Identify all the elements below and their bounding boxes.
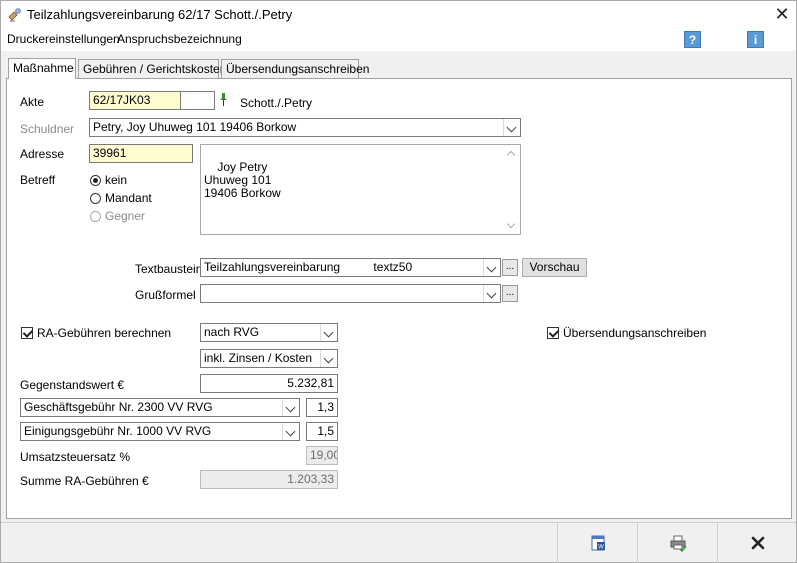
vorschau-button[interactable]: Vorschau [522, 258, 587, 277]
akte-input[interactable]: 62/17JK03 [89, 91, 181, 110]
umsatzsteuer-input[interactable]: 19,00 [306, 446, 338, 465]
rvg-value: nach RVG [204, 325, 260, 339]
address-textarea[interactable]: Joy Petry Uhuweg 101 19406 Borkow [200, 144, 521, 235]
textbaustein-value: Teilzahlungsvereinbarung textz50 [204, 260, 413, 274]
betreff-radio-kein[interactable] [90, 175, 101, 186]
pin-icon[interactable] [216, 91, 231, 110]
grussformel-browse-button[interactable]: ... [502, 285, 518, 302]
chevron-down-icon[interactable] [282, 399, 299, 416]
akte-label: Akte [20, 95, 45, 109]
printer-icon [670, 535, 687, 552]
zinsen-select[interactable]: inkl. Zinsen / Kosten [200, 349, 338, 368]
akte-suffix-input[interactable] [180, 91, 215, 110]
einigungsgebuehr-select[interactable]: Einigungsgebühr Nr. 1000 VV RVG [20, 422, 300, 441]
rvg-select[interactable]: nach RVG [200, 323, 338, 342]
textbaustein-browse-button[interactable]: ... [502, 259, 518, 276]
uebersendung-label: Übersendungsanschreiben [563, 326, 707, 340]
chevron-down-icon[interactable] [320, 324, 337, 341]
help-icon[interactable]: ? [684, 31, 701, 48]
schuldner-value: Petry, Joy Uhuweg 101 19406 Borkow [93, 120, 297, 134]
tab-gebuehren[interactable]: Gebühren / Gerichtskosten [78, 59, 226, 78]
zinsen-value: inkl. Zinsen / Kosten [204, 351, 313, 365]
app-icon [8, 8, 21, 22]
info-icon[interactable]: i [747, 31, 764, 48]
schuldner-label: Schuldner [20, 122, 75, 136]
scroll-down-icon[interactable] [506, 219, 516, 229]
print-button[interactable] [637, 523, 717, 563]
adresse-label: Adresse [20, 147, 65, 161]
uebersendung-checkbox[interactable] [547, 327, 559, 339]
betreff-radio-gegner[interactable] [90, 211, 101, 222]
akte-party: Schott./.Petry [240, 96, 313, 110]
adresse-input[interactable]: 39961 [89, 144, 193, 163]
geschaeftsgebuehr-factor-input[interactable]: 1,3 [306, 398, 338, 417]
tab-massnahme[interactable]: Maßnahme [8, 58, 76, 79]
betreff-label: Betreff [20, 173, 56, 187]
address-text: Joy Petry Uhuweg 101 19406 Borkow [204, 160, 281, 200]
einigungsgebuehr-factor-input[interactable]: 1,5 [306, 422, 338, 441]
textbaustein-label: Textbaustein [135, 262, 203, 276]
schuldner-select[interactable]: Petry, Joy Uhuweg 101 19406 Borkow [89, 118, 521, 137]
menu-bar: Druckereinstellungen Anspruchsbezeichnun… [1, 29, 796, 51]
chevron-down-icon[interactable] [320, 350, 337, 367]
betreff-kein-label: kein [105, 173, 128, 187]
betreff-gegner-label: Gegner [105, 209, 146, 223]
geschaeftsgebuehr-select[interactable]: Geschäftsgebühr Nr. 2300 VV RVG [20, 398, 300, 417]
grussformel-label: Grußformel [135, 288, 196, 302]
scroll-up-icon[interactable] [506, 150, 516, 160]
title-bar: Teilzahlungsvereinbarung 62/17 Schott./.… [1, 1, 796, 29]
word-document-icon: W [591, 535, 605, 551]
summe-label: Summe RA-Gebühren € [20, 474, 149, 488]
menu-druckereinstellungen[interactable]: Druckereinstellungen [7, 32, 120, 46]
gegenstandswert-input[interactable]: 5.232,81 [200, 374, 338, 393]
chevron-down-icon[interactable] [483, 285, 500, 302]
einigungsgebuehr-value: Einigungsgebühr Nr. 1000 VV RVG [24, 424, 212, 438]
word-export-button[interactable]: W [557, 523, 637, 563]
ra-gebuehren-checkbox[interactable] [21, 327, 33, 339]
textbaustein-select[interactable]: Teilzahlungsvereinbarung textz50 [200, 258, 501, 277]
umsatzsteuer-label: Umsatzsteuersatz % [20, 450, 131, 464]
window-title: Teilzahlungsvereinbarung 62/17 Schott./.… [27, 7, 293, 22]
cancel-button[interactable] [717, 523, 797, 563]
close-window-button[interactable]: ✕ [769, 3, 795, 25]
grussformel-select[interactable] [200, 284, 501, 303]
footer-bar: W [1, 522, 797, 563]
ra-gebuehren-label: RA-Gebühren berechnen [37, 326, 172, 340]
chevron-down-icon[interactable] [483, 259, 500, 276]
betreff-radio-mandant[interactable] [90, 193, 101, 204]
menu-anspruchsbezeichnung[interactable]: Anspruchsbezeichnung [117, 32, 242, 46]
betreff-mandant-label: Mandant [105, 191, 152, 205]
geschaeftsgebuehr-value: Geschäftsgebühr Nr. 2300 VV RVG [24, 400, 213, 414]
tab-uebersendungsanschreiben[interactable]: Übersendungsanschreiben [221, 59, 369, 78]
summe-output: 1.203,33 [200, 470, 338, 489]
chevron-down-icon[interactable] [503, 119, 520, 136]
chevron-down-icon[interactable] [282, 423, 299, 440]
close-icon [751, 536, 764, 550]
dialog-window: Teilzahlungsvereinbarung 62/17 Schott./.… [0, 0, 797, 563]
svg-text:W: W [598, 545, 604, 551]
gegenstandswert-label: Gegenstandswert € [20, 378, 125, 392]
address-scrollbar[interactable] [504, 145, 520, 234]
